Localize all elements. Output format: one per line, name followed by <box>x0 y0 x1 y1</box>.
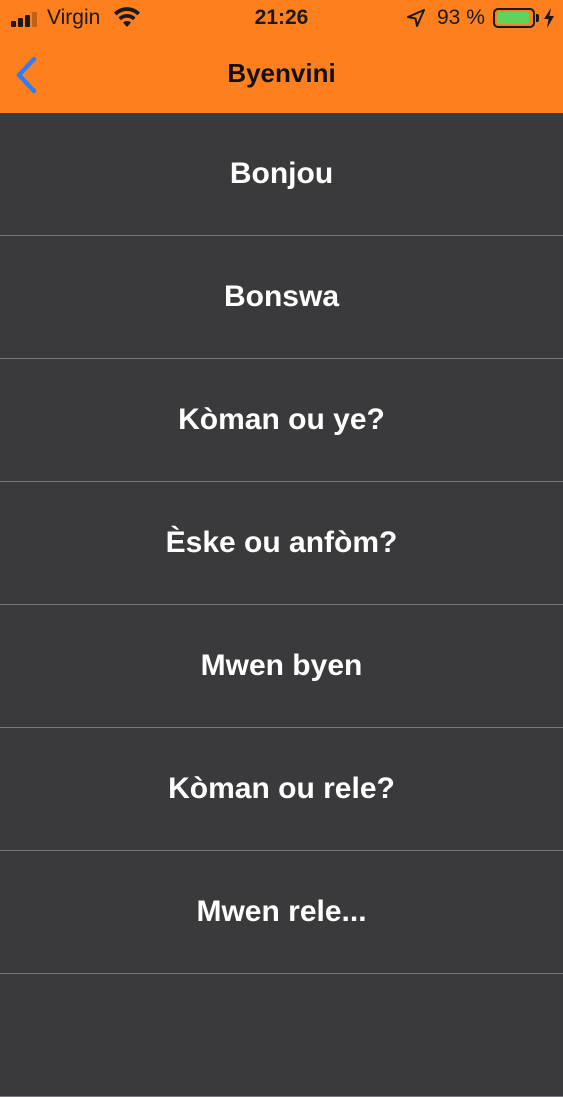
list-item[interactable]: Bonswa <box>0 236 563 359</box>
location-icon <box>407 9 425 27</box>
battery-icon <box>493 8 535 28</box>
battery-level <box>497 12 529 24</box>
battery-percent: 93 % <box>437 6 485 29</box>
list-item[interactable]: Èske ou anfòm? <box>0 482 563 605</box>
list-item-label: Bonswa <box>223 280 340 313</box>
list-item-label: Mwen rele... <box>196 895 367 928</box>
nav-bar: Virgin 21:26 93 % Byenvini <box>0 0 563 113</box>
list-item[interactable]: Mwen rele... <box>0 851 563 974</box>
list-item-label: Èske ou anfòm? <box>165 526 398 559</box>
list-item-label: Mwen byen <box>200 649 363 682</box>
list-item-label: Bonjou <box>229 157 334 190</box>
status-bar: Virgin 21:26 93 % <box>0 0 563 38</box>
list-item[interactable]: Bonjou <box>0 113 563 236</box>
list-item[interactable]: Mwen byen <box>0 605 563 728</box>
list-item-label: Kòman ou ye? <box>178 403 385 436</box>
battery-cap <box>536 14 539 22</box>
list-item-label: Kòman ou rele? <box>168 772 395 805</box>
list-item[interactable]: Kòman ou ye? <box>0 359 563 482</box>
phrase-list: Bonjou Bonswa Kòman ou ye? Èske ou anfòm… <box>0 113 563 1097</box>
charging-bolt-icon <box>544 8 554 28</box>
list-item[interactable]: Kòman ou rele? <box>0 728 563 851</box>
list-item[interactable] <box>0 974 563 1097</box>
page-title: Byenvini <box>227 58 336 88</box>
